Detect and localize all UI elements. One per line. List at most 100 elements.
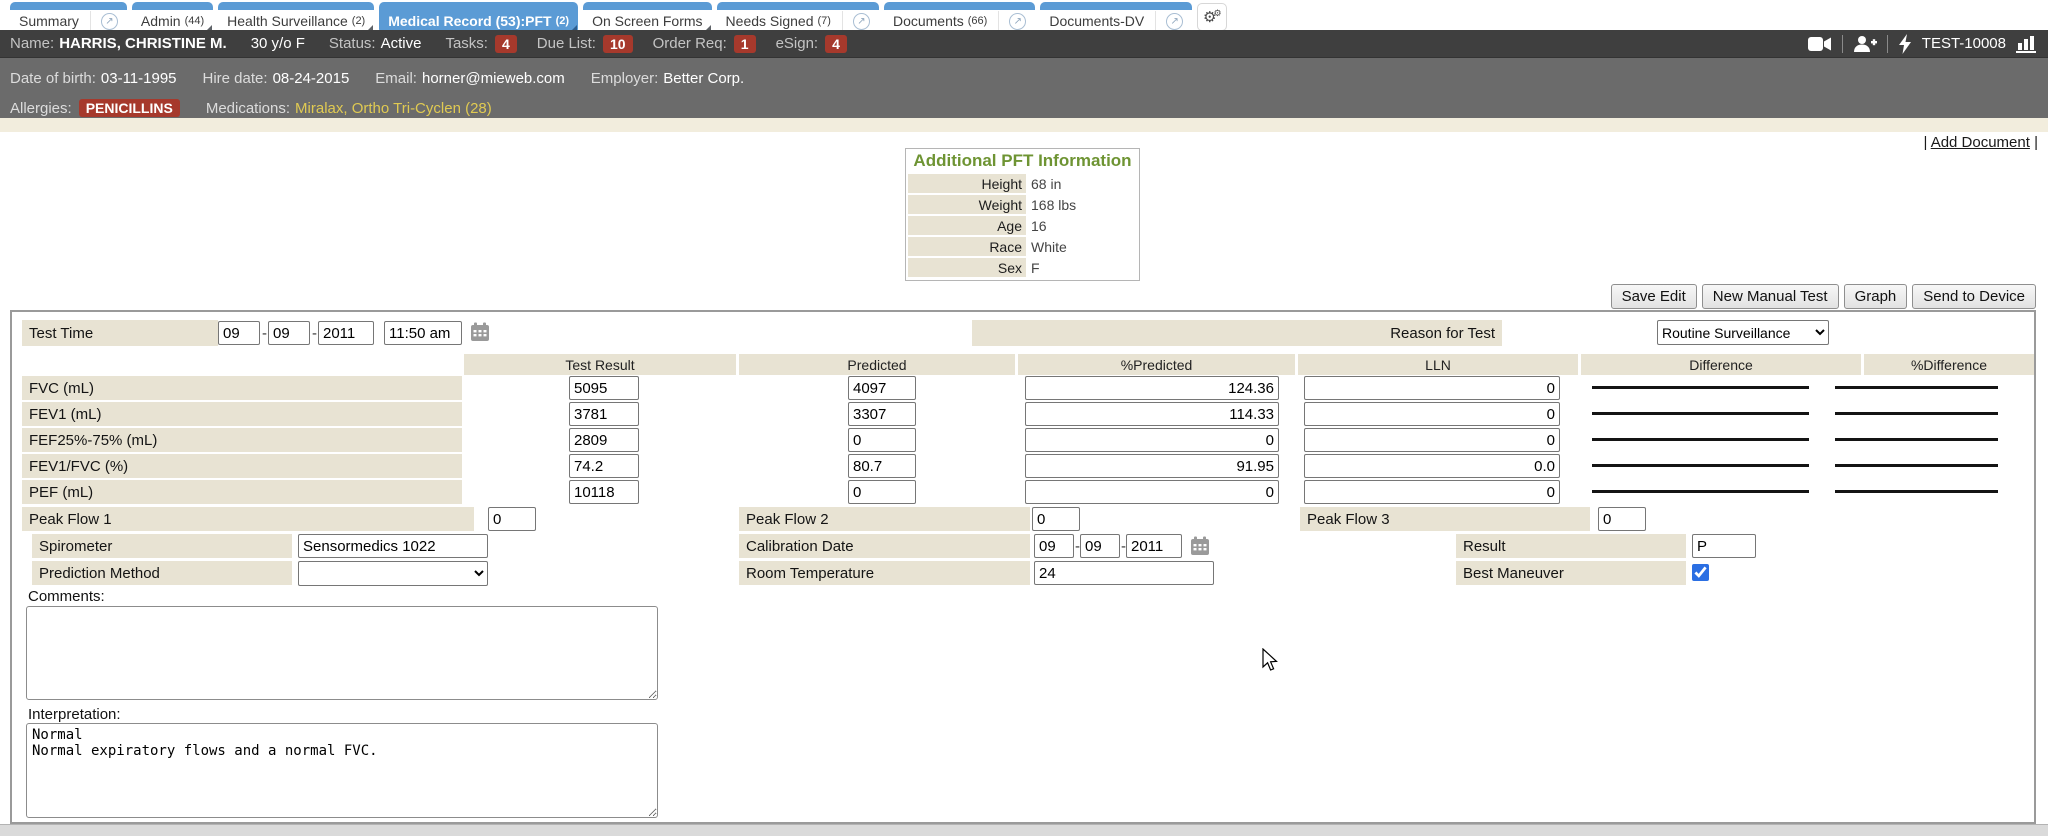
popout-icon[interactable]: ↗	[853, 13, 870, 30]
graph-button[interactable]: Graph	[1844, 284, 1908, 309]
medications-value[interactable]: Miralax, Ortho Tri-Cyclen (28)	[295, 100, 492, 117]
tab-label: On Screen Forms	[592, 13, 702, 29]
test-time-time-input[interactable]	[384, 321, 462, 345]
peak-flow-2-label: Peak Flow 2	[739, 507, 1030, 531]
result-input[interactable]	[1692, 534, 1756, 558]
fvc-pct-difference-line	[1835, 386, 1998, 389]
allergy-badge[interactable]: PENICILLINS	[79, 99, 180, 117]
peak-flow-1-input[interactable]	[488, 507, 536, 531]
fvc-predicted-input[interactable]	[848, 376, 916, 400]
tab-documents[interactable]: Documents (66) ↗	[884, 2, 1035, 32]
popout-icon[interactable]: ↗	[101, 13, 118, 30]
add-document-link[interactable]: Add Document	[1931, 134, 2030, 151]
tab-count: (44)	[185, 15, 205, 27]
tab-health-surveillance[interactable]: Health Surveillance (2)	[218, 2, 374, 32]
comments-textarea[interactable]	[26, 606, 658, 700]
fev1-pct-predicted-input[interactable]	[1025, 402, 1279, 426]
reason-for-test-select[interactable]: Routine Surveillance	[1657, 320, 1829, 345]
bar-chart-icon[interactable]	[2016, 35, 2038, 53]
calibration-month-input[interactable]	[1034, 534, 1074, 558]
tab-admin[interactable]: Admin (44)	[132, 2, 213, 32]
height-value: 68 in	[1026, 174, 1137, 193]
best-maneuver-label: Best Maneuver	[1456, 561, 1686, 585]
tab-cap	[884, 2, 1035, 10]
peak-flow-3-input[interactable]	[1598, 507, 1646, 531]
row-label-fev1: FEV1 (mL)	[22, 402, 462, 426]
settings-gear-icon[interactable]: ⚙⚙	[1197, 3, 1227, 31]
tab-summary[interactable]: Summary ↗	[10, 2, 127, 32]
calibration-day-input[interactable]	[1080, 534, 1120, 558]
fev1-predicted-input[interactable]	[848, 402, 916, 426]
allergies-label: Allergies:	[10, 100, 72, 117]
tasks-badge[interactable]: 4	[495, 35, 517, 53]
calendar-icon[interactable]	[470, 322, 490, 342]
prediction-method-select[interactable]	[298, 561, 488, 586]
row-label-fef: FEF25%-75% (mL)	[22, 428, 462, 452]
fef-lln-input[interactable]	[1304, 428, 1560, 452]
fef-test-result-input[interactable]	[569, 428, 639, 452]
tab-needs-signed[interactable]: Needs Signed (7) ↗	[717, 2, 879, 32]
pef-test-result-input[interactable]	[569, 480, 639, 504]
order-req-label: Order Req:	[653, 35, 727, 52]
tab-label: Summary	[19, 13, 79, 29]
fef-pct-predicted-input[interactable]	[1025, 428, 1279, 452]
col-header-predicted: Predicted	[739, 354, 1015, 375]
fev1-fvc-test-result-input[interactable]	[569, 454, 639, 478]
fev1-fvc-pct-difference-line	[1835, 464, 1998, 467]
tab-divider	[842, 11, 843, 31]
popout-icon[interactable]: ↗	[1166, 13, 1183, 30]
interpretation-textarea[interactable]: Normal Normal expiratory flows and a nor…	[26, 723, 658, 818]
fef-predicted-input[interactable]	[848, 428, 916, 452]
fev1-fvc-difference-line	[1592, 464, 1809, 467]
tab-label: Health Surveillance	[227, 13, 348, 29]
best-maneuver-checkbox[interactable]	[1692, 564, 1709, 581]
fvc-pct-predicted-input[interactable]	[1025, 376, 1279, 400]
tab-on-screen-forms[interactable]: On Screen Forms	[583, 2, 711, 32]
spirometer-input[interactable]	[298, 534, 488, 558]
popout-icon[interactable]: ↗	[1009, 13, 1026, 30]
tab-cap	[1040, 2, 1192, 10]
due-list-badge[interactable]: 10	[603, 35, 633, 53]
order-req-badge[interactable]: 1	[734, 35, 756, 53]
pef-pct-predicted-input[interactable]	[1025, 480, 1279, 504]
calendar-icon[interactable]	[1190, 536, 1210, 556]
save-edit-button[interactable]: Save Edit	[1611, 284, 1697, 309]
peak-flow-3-label: Peak Flow 3	[1300, 507, 1590, 531]
tab-cap	[583, 2, 711, 10]
test-time-day-input[interactable]	[268, 321, 310, 345]
tab-documents-dv[interactable]: Documents-DV ↗	[1040, 2, 1192, 32]
room-temperature-input[interactable]	[1034, 561, 1214, 585]
interpretation-label: Interpretation:	[28, 706, 121, 723]
prediction-method-label: Prediction Method	[32, 561, 292, 585]
tab-cap	[379, 2, 578, 10]
test-time-year-input[interactable]	[318, 321, 374, 345]
fev1-fvc-lln-input[interactable]	[1304, 454, 1560, 478]
fev1-test-result-input[interactable]	[569, 402, 639, 426]
fvc-lln-input[interactable]	[1304, 376, 1560, 400]
new-manual-test-button[interactable]: New Manual Test	[1702, 284, 1839, 309]
fev1-lln-input[interactable]	[1304, 402, 1560, 426]
medications-label: Medications:	[206, 100, 290, 117]
tab-label: Needs Signed	[726, 13, 814, 29]
add-person-icon[interactable]	[1853, 35, 1877, 53]
action-button-row: Save Edit New Manual Test Graph Send to …	[1611, 284, 2036, 309]
calibration-year-input[interactable]	[1126, 534, 1182, 558]
tab-label: Documents-DV	[1049, 13, 1144, 29]
tab-medical-record-pft[interactable]: Medical Record (53):PFT (2)	[379, 2, 578, 32]
peak-flow-2-input[interactable]	[1032, 507, 1080, 531]
lightning-bolt-icon[interactable]	[1898, 34, 1912, 54]
pef-predicted-input[interactable]	[848, 480, 916, 504]
pef-difference-line	[1592, 490, 1809, 493]
date-dash: -	[262, 325, 267, 342]
esign-badge[interactable]: 4	[825, 35, 847, 53]
tab-cap	[218, 2, 374, 10]
pef-lln-input[interactable]	[1304, 480, 1560, 504]
test-time-month-input[interactable]	[218, 321, 260, 345]
fev1-fvc-predicted-input[interactable]	[848, 454, 916, 478]
tab-cap	[717, 2, 879, 10]
send-to-device-button[interactable]: Send to Device	[1912, 284, 2036, 309]
fev1-fvc-pct-predicted-input[interactable]	[1025, 454, 1279, 478]
fvc-test-result-input[interactable]	[569, 376, 639, 400]
race-label: Race	[908, 237, 1026, 256]
video-camera-icon[interactable]	[1808, 36, 1832, 52]
